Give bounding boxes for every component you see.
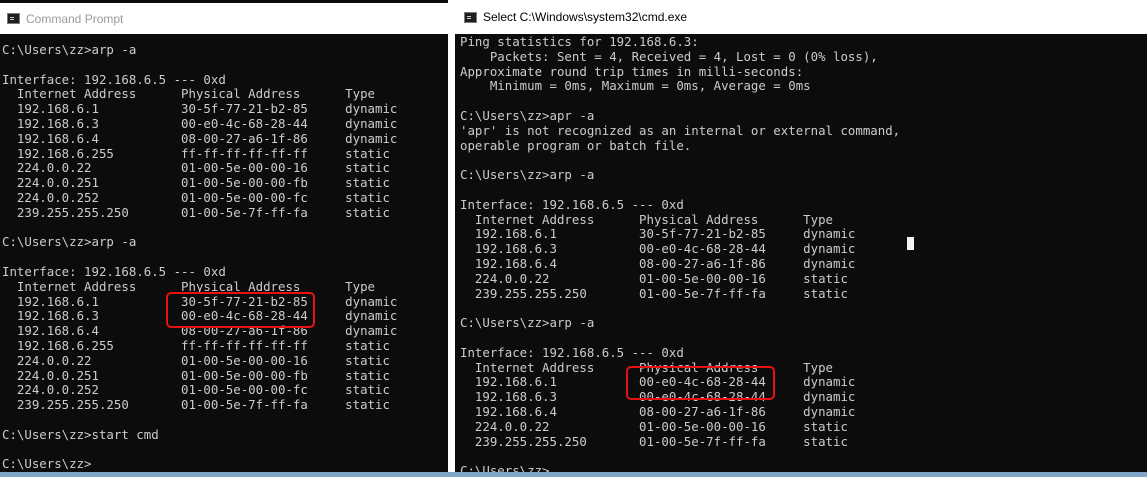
- console-line: C:\Users\zz>: [460, 463, 1147, 472]
- console-line: Internet Address Physical Address Type: [2, 86, 375, 102]
- console-line: Minimum = 0ms, Maximum = 0ms, Average = …: [460, 78, 811, 94]
- command-prompt-window-right[interactable]: Select C:\Windows\system32\cmd.exe Ping …: [455, 0, 1147, 472]
- console-line: 192.168.6.255 ff-ff-ff-ff-ff-ff static: [2, 145, 390, 161]
- console-line: 239.255.255.250 01-00-5e-7f-ff-fa static: [2, 204, 390, 220]
- highlight-box-mac-addresses: [626, 366, 775, 400]
- console-line: C:\Users\zz>start cmd: [2, 426, 159, 442]
- console-line: 224.0.0.252 01-00-5e-00-00-fc static: [2, 189, 390, 205]
- cmd-icon: [464, 11, 477, 23]
- console-line: Ping statistics for 192.168.6.3:: [460, 34, 699, 49]
- console-line: 224.0.0.22 01-00-5e-00-00-16 static: [460, 418, 848, 434]
- console-line: 224.0.0.252 01-00-5e-00-00-fc static: [2, 382, 390, 398]
- console-line: 224.0.0.22 01-00-5e-00-00-16 static: [2, 352, 390, 368]
- console-line: 224.0.0.251 01-00-5e-00-00-fb static: [2, 367, 390, 383]
- console-line: 239.255.255.250 01-00-5e-7f-ff-fa static: [460, 433, 848, 449]
- console-line: 'apr' is not recognized as an internal o…: [460, 122, 901, 138]
- window-separator: [448, 0, 455, 472]
- console-line: Interface: 192.168.6.5 --- 0xd: [460, 196, 684, 212]
- console-line: C:\Users\zz>: [2, 456, 92, 472]
- console-line: Internet Address Physical Address Type: [460, 359, 833, 375]
- window-title: Select C:\Windows\system32\cmd.exe: [483, 10, 688, 24]
- console-line: 192.168.6.1 30-5f-77-21-b2-85 dynamic: [2, 101, 398, 117]
- console-line: Internet Address Physical Address Type: [460, 211, 833, 227]
- console-line: Packets: Sent = 4, Received = 4, Lost = …: [460, 48, 878, 64]
- console-line: 192.168.6.3 00-e0-4c-68-28-44 dynamic: [2, 115, 398, 131]
- console-line: 192.168.6.4 08-00-27-a6-1f-86 dynamic: [460, 403, 856, 419]
- console-line: 192.168.6.255 ff-ff-ff-ff-ff-ff static: [2, 337, 390, 353]
- console-line: C:\Users\zz>arp -a: [460, 167, 595, 183]
- console-line: Interface: 192.168.6.5 --- 0xd: [2, 263, 226, 279]
- console-line: 239.255.255.250 01-00-5e-7f-ff-fa static: [460, 285, 848, 301]
- text-cursor-block: [907, 237, 914, 250]
- console-line: Approximate round trip times in milli-se…: [460, 63, 804, 79]
- console-line: C:\Users\zz>arp -a: [2, 234, 137, 250]
- console-line: 192.168.6.3 00-e0-4c-68-28-44 dynamic: [460, 389, 856, 405]
- console-output[interactable]: Ping statistics for 192.168.6.3: Packets…: [455, 34, 1147, 472]
- title-bar[interactable]: Command Prompt: [0, 3, 448, 34]
- console-line: operable program or batch file.: [460, 137, 692, 153]
- cmd-icon: [7, 13, 20, 24]
- console-line: 224.0.0.22 01-00-5e-00-00-16 static: [460, 270, 848, 286]
- console-line: Interface: 192.168.6.5 --- 0xd: [2, 71, 226, 87]
- console-output[interactable]: C:\Users\zz>arp -a Interface: 192.168.6.5…: [0, 42, 448, 472]
- console-line: 192.168.6.3 00-e0-4c-68-28-44 dynamic: [460, 241, 856, 257]
- console-line: 224.0.0.251 01-00-5e-00-00-fb static: [2, 175, 390, 191]
- console-line: 224.0.0.22 01-00-5e-00-00-16 static: [2, 160, 390, 176]
- taskbar-edge: [0, 472, 1147, 477]
- console-line: 192.168.6.4 08-00-27-a6-1f-86 dynamic: [2, 130, 398, 146]
- title-bar[interactable]: Select C:\Windows\system32\cmd.exe: [455, 0, 1147, 34]
- highlight-box-mac-addresses: [166, 292, 315, 328]
- console-line: 192.168.6.1 00-e0-4c-68-28-44 dynamic: [460, 374, 856, 390]
- console-line: 192.168.6.1 30-5f-77-21-b2-85 dynamic: [460, 226, 856, 242]
- command-prompt-window-left[interactable]: Command Prompt C:\Users\zz>arp -a Interfa…: [0, 0, 448, 472]
- console-line: C:\Users\zz>arp -a: [2, 42, 137, 57]
- console-line: 192.168.6.4 08-00-27-a6-1f-86 dynamic: [460, 255, 856, 271]
- console-line: 239.255.255.250 01-00-5e-7f-ff-fa static: [2, 397, 390, 413]
- console-line: C:\Users\zz>apr -a: [460, 107, 595, 123]
- window-title: Command Prompt: [26, 11, 124, 26]
- console-line: Interface: 192.168.6.5 --- 0xd: [460, 344, 684, 360]
- console-line: C:\Users\zz>arp -a: [460, 315, 595, 331]
